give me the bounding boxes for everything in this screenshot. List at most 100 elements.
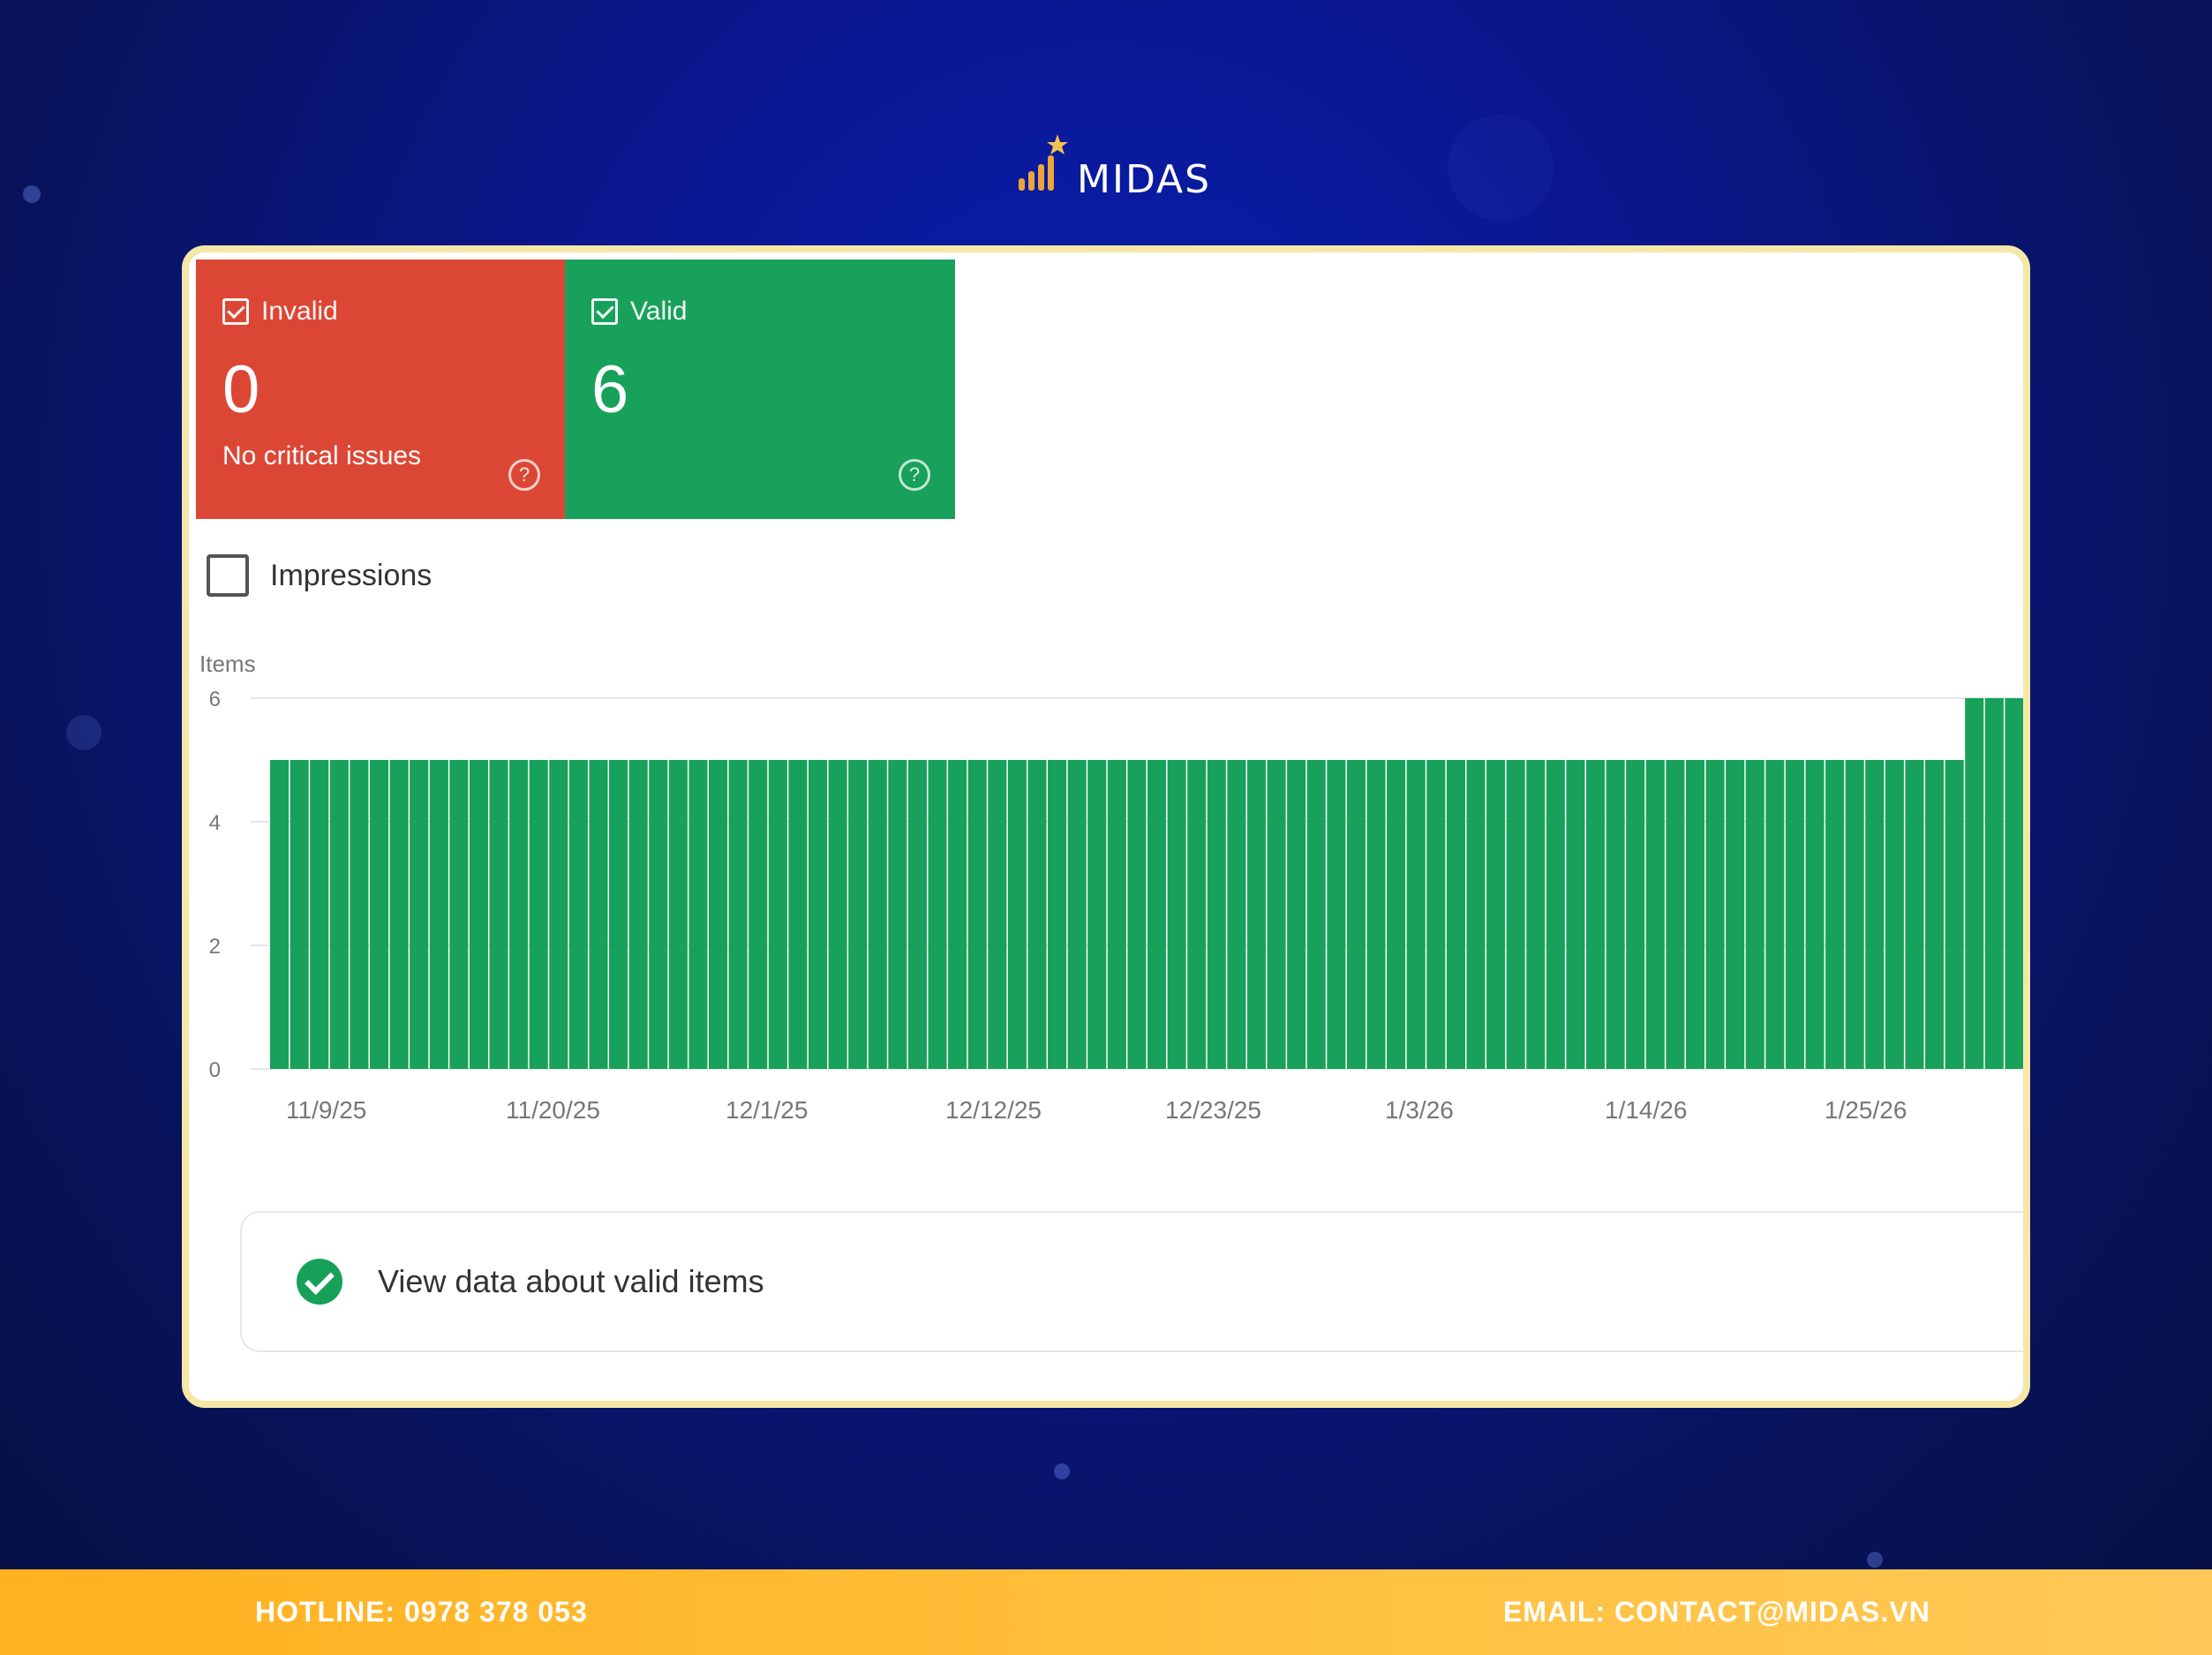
chart-bar: [728, 760, 748, 1069]
x-tick-label: 12/12/25: [945, 1096, 1042, 1124]
chart-bar: [429, 760, 448, 1069]
background-dot: [23, 185, 41, 203]
chart-bar: [1306, 760, 1326, 1069]
chart-bar: [568, 760, 588, 1069]
chart-bar: [1187, 760, 1207, 1069]
chart-bar: [967, 760, 987, 1069]
x-tick-label: 12/1/25: [726, 1096, 808, 1124]
chart-bar: [868, 760, 887, 1069]
x-tick-label: 1/14/26: [1605, 1096, 1687, 1124]
chart-bar: [350, 760, 369, 1069]
view-valid-items-row[interactable]: View data about valid items: [240, 1211, 2023, 1352]
x-tick-label: 11/20/25: [506, 1096, 600, 1124]
chart-bar: [1546, 760, 1565, 1069]
chart-bar: [1207, 760, 1226, 1069]
valid-label: Valid: [630, 297, 688, 326]
chart-bar: [1586, 760, 1606, 1069]
footer-bar: HOTLINE: 0978 378 053 EMAIL: CONTACT@MID…: [0, 1569, 2212, 1655]
chart-bar: [1825, 760, 1845, 1069]
chart-bar: [270, 760, 290, 1069]
chart-bar: [1805, 760, 1825, 1069]
chart-bar: [1885, 760, 1904, 1069]
chart-bar: [907, 760, 927, 1069]
y-axis-label: Items: [199, 651, 256, 677]
chart-bar: [668, 760, 688, 1069]
chart-bar: [1905, 760, 1924, 1069]
checkbox-checked-icon[interactable]: [222, 298, 249, 325]
impressions-checkbox[interactable]: [207, 554, 249, 597]
brand-name: MIDAS: [1077, 157, 1212, 202]
chart-bar: [828, 760, 847, 1069]
impressions-toggle[interactable]: Impressions: [207, 554, 432, 597]
invalid-tile[interactable]: Invalid 0 No critical issues ?: [196, 260, 565, 519]
background-dot: [1448, 115, 1554, 221]
chart-bar: [469, 760, 488, 1069]
chart-bar: [749, 760, 768, 1069]
chart-bar: [589, 760, 608, 1069]
chart-bar: [1506, 760, 1525, 1069]
chart-bar: [1287, 760, 1306, 1069]
valid-tile[interactable]: Valid 6 ?: [565, 260, 955, 519]
checkbox-checked-icon[interactable]: [591, 298, 618, 325]
footer-email[interactable]: EMAIL: CONTACT@MIDAS.VN: [1503, 1596, 1930, 1629]
chart-bar: [928, 760, 947, 1069]
chart-bar: [1466, 760, 1486, 1069]
invalid-subtitle: No critical issues: [222, 441, 422, 470]
chart-bar: [1048, 760, 1067, 1069]
chart-bar: [1067, 760, 1087, 1069]
chart-bar: [848, 760, 868, 1069]
chart-bar: [509, 760, 529, 1069]
chart-bar: [1007, 760, 1027, 1069]
view-valid-items-label: View data about valid items: [378, 1263, 764, 1299]
chart-bar: [1267, 760, 1286, 1069]
chart-bar: [768, 760, 787, 1069]
chart-bar: [1346, 760, 1366, 1069]
valid-tile-header: Valid: [591, 297, 687, 327]
brand-logo: MIDAS: [1015, 131, 1209, 202]
chart-bar: [1705, 760, 1725, 1069]
help-icon[interactable]: ?: [508, 459, 540, 491]
invalid-label: Invalid: [261, 297, 338, 326]
chart-bar: [2005, 698, 2023, 1069]
chart-bar: [1027, 760, 1047, 1069]
chart-bar: [1327, 760, 1346, 1069]
chart-bar: [529, 760, 548, 1069]
chart-bar: [389, 760, 409, 1069]
y-tick-label: 2: [209, 935, 221, 959]
chart-bar: [609, 760, 628, 1069]
chart-bar: [1127, 760, 1147, 1069]
invalid-tile-header: Invalid: [222, 297, 338, 327]
chart-bar: [1845, 760, 1864, 1069]
x-tick-label: 1/25/26: [1825, 1096, 1907, 1124]
chart-bar: [1107, 760, 1126, 1069]
chart-bar: [1227, 760, 1246, 1069]
help-icon[interactable]: ?: [899, 459, 930, 491]
chart-bar: [1645, 760, 1665, 1069]
chart-bar: [1366, 760, 1386, 1069]
chart-bar: [1426, 760, 1446, 1069]
chart-bar: [1087, 760, 1107, 1069]
chart-bar: [1566, 760, 1585, 1069]
y-tick-label: 6: [209, 688, 221, 711]
chart-bar: [1406, 760, 1426, 1069]
chart-bar: [1745, 760, 1764, 1069]
chart-bar: [1246, 760, 1267, 1069]
chart-bar: [1984, 698, 2004, 1069]
chart-bar: [1726, 760, 1745, 1069]
chart-bar: [1685, 760, 1705, 1069]
chart-bar: [549, 760, 568, 1069]
chart-bar: [808, 760, 828, 1069]
footer-hotline: HOTLINE: 0978 378 053: [255, 1596, 588, 1628]
chart-bar: [628, 760, 648, 1069]
chart-bar: [489, 760, 508, 1069]
chart-bar: [1666, 760, 1685, 1069]
background-dot: [1054, 1463, 1070, 1479]
chart-bar: [1785, 760, 1804, 1069]
chart-bar: [1147, 760, 1167, 1069]
chart-bar: [1387, 760, 1406, 1069]
report-card: Invalid 0 No critical issues ? Valid 6 ?…: [182, 245, 2030, 1408]
chart-bar: [1925, 760, 1945, 1069]
chart-bar: [290, 760, 309, 1069]
chart-bar: [449, 760, 469, 1069]
chart-bar: [410, 760, 429, 1069]
